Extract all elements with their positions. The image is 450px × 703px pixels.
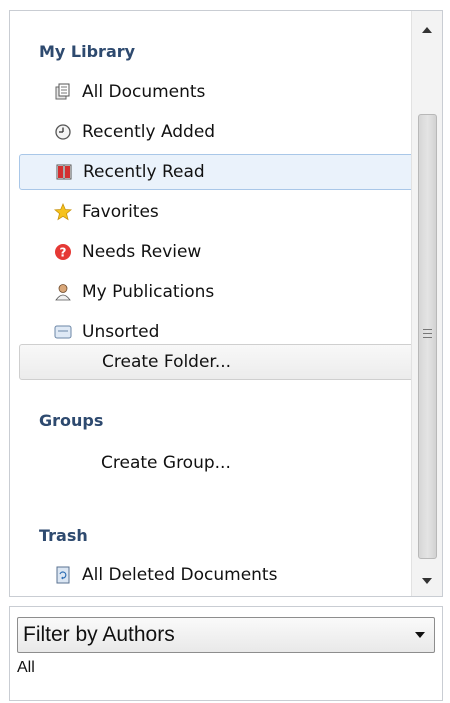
- scrollbar-thumb[interactable]: [418, 114, 437, 559]
- scroll-up-button[interactable]: [412, 15, 442, 45]
- arrow-down-icon: [422, 578, 432, 584]
- inbox-icon: [54, 323, 72, 341]
- library-panel: My Library All Documents Recently Added: [9, 10, 443, 597]
- svg-text:?: ?: [60, 246, 67, 260]
- vertical-scrollbar[interactable]: [411, 11, 442, 596]
- documents-icon: [54, 83, 72, 101]
- filter-dropdown[interactable]: Filter by Authors: [17, 617, 435, 653]
- sidebar-item-needs-review[interactable]: ? Needs Review: [19, 234, 417, 270]
- sidebar-item-favorites[interactable]: Favorites: [19, 194, 417, 230]
- create-folder-button[interactable]: Create Folder...: [19, 344, 417, 380]
- create-group-button[interactable]: Create Group...: [19, 445, 417, 481]
- sidebar-item-recently-read[interactable]: Recently Read: [19, 154, 417, 190]
- trash-document-icon: [54, 566, 72, 584]
- trash-header: Trash: [39, 526, 88, 545]
- chevron-down-icon: [415, 632, 425, 638]
- filter-dropdown-label: Filter by Authors: [23, 623, 175, 646]
- my-library-header: My Library: [39, 42, 136, 61]
- person-icon: [54, 283, 72, 301]
- sidebar-item-all-deleted-documents[interactable]: All Deleted Documents: [19, 557, 417, 593]
- sidebar-item-label: Needs Review: [82, 242, 202, 262]
- arrow-up-icon: [422, 27, 432, 33]
- book-icon: [55, 163, 73, 181]
- sidebar-item-label: All Documents: [82, 82, 206, 102]
- star-icon: [54, 203, 72, 221]
- sidebar-item-label: Recently Added: [82, 122, 216, 142]
- grip-icon: [423, 329, 432, 338]
- scroll-down-button[interactable]: [412, 566, 442, 596]
- sidebar-item-label: My Publications: [82, 282, 215, 302]
- sidebar-item-label: Unsorted: [82, 322, 160, 342]
- sidebar-item-my-publications[interactable]: My Publications: [19, 274, 417, 310]
- sidebar-item-label: Recently Read: [83, 162, 205, 182]
- sidebar-item-label: All Deleted Documents: [82, 565, 278, 585]
- filter-panel: Filter by Authors All: [9, 606, 443, 701]
- sidebar-item-recently-added[interactable]: Recently Added: [19, 114, 417, 150]
- sidebar-item-all-documents[interactable]: All Documents: [19, 74, 417, 110]
- question-icon: ?: [54, 243, 72, 261]
- clock-icon: [54, 123, 72, 141]
- groups-header: Groups: [39, 411, 104, 430]
- sidebar-item-label: Favorites: [82, 202, 159, 222]
- create-folder-label: Create Folder...: [102, 352, 232, 372]
- create-group-label: Create Group...: [101, 453, 231, 473]
- filter-list-item-all[interactable]: All: [17, 659, 35, 677]
